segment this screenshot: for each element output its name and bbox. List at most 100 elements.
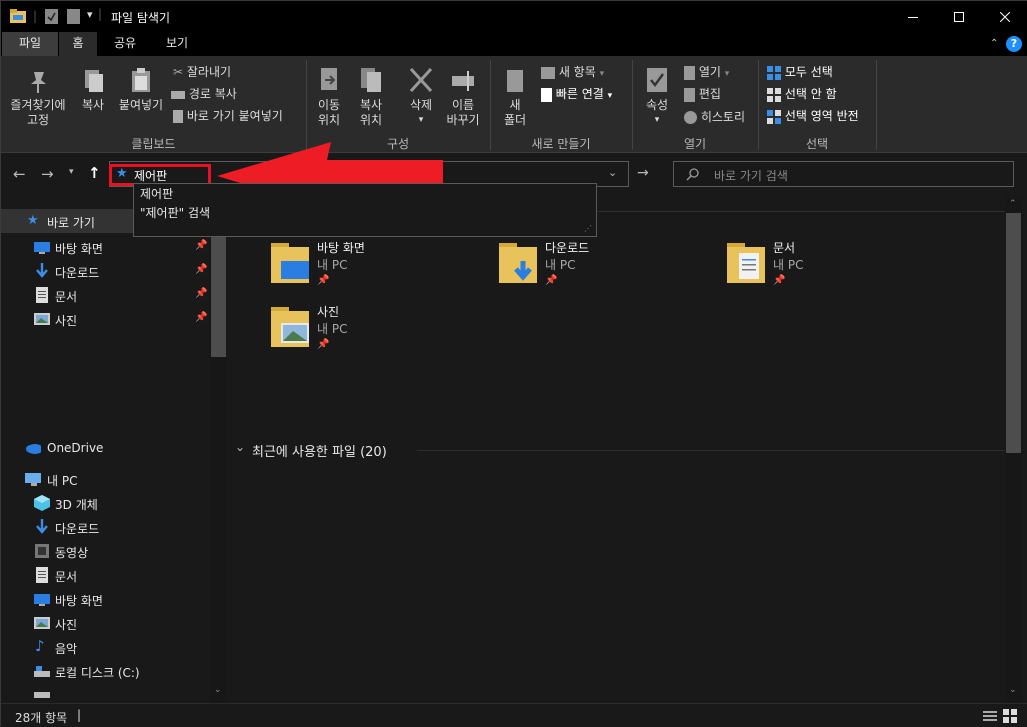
delete-label: 삭제 [409, 98, 433, 112]
open-icon [684, 65, 695, 80]
delete-button[interactable]: 삭제 ▾ [403, 66, 439, 128]
history-button[interactable]: 히스토리 [684, 108, 745, 125]
paste-icon [132, 68, 150, 92]
select-none-button[interactable]: 선택 안 함 [767, 85, 837, 102]
title-bar: | ▾ | 파일 탐색기 [1, 1, 1027, 32]
copy-path-label: 경로 복사 [188, 87, 237, 101]
address-autocomplete-dropdown: 제어판 "제어판" 검색 ⋰ [133, 183, 597, 237]
select-all-button[interactable]: 모두 선택 [767, 63, 833, 80]
copy-path-button[interactable]: 경로 복사 [171, 85, 237, 102]
folder-item-documents[interactable]: 문서 내 PC 📌 [723, 239, 943, 297]
autocomplete-item[interactable]: 제어판 [140, 185, 173, 202]
paste-shortcut-icon [173, 110, 183, 123]
tab-file[interactable]: 파일 [2, 32, 58, 56]
details-view-icon[interactable] [983, 710, 997, 722]
status-bar: 28개 항목 | [1, 703, 1027, 727]
drive-icon [34, 692, 50, 698]
back-arrow-icon[interactable]: ← [13, 165, 26, 183]
sidebar-scrollbar[interactable]: ⌃ ⌄ [210, 197, 227, 703]
edit-icon [684, 87, 695, 102]
sidebar-item-desktop[interactable]: 바탕 화면 📌 [1, 235, 226, 259]
edit-button[interactable]: 편집 [684, 85, 721, 102]
sidebar-item-label: 3D 개체 [55, 498, 98, 512]
search-placeholder: 바로 가기 검색 [714, 169, 788, 183]
sidebar-item-3d-objects[interactable]: 3D 개체 [1, 491, 226, 515]
forward-arrow-icon[interactable]: → [41, 165, 54, 183]
folder-documents-icon [727, 243, 765, 283]
select-none-icon [767, 87, 781, 102]
scroll-down-icon[interactable]: ⌄ [214, 685, 222, 695]
paste-shortcut-button[interactable]: 바로 가기 붙여넣기 [173, 107, 283, 124]
paste-button[interactable]: 붙여넣기 [115, 68, 167, 113]
group-divider [417, 450, 1005, 451]
rename-icon [452, 71, 474, 91]
tab-view[interactable]: 보기 [153, 32, 201, 56]
new-folder-button[interactable]: 새 폴더 [497, 66, 533, 128]
help-icon[interactable]: ? [1006, 36, 1022, 52]
pin-icon: 📌 [545, 275, 558, 286]
copy-button[interactable]: 복사 [73, 68, 113, 113]
tab-home[interactable]: 홈 [59, 32, 97, 56]
content-pane: 바탕 화면 내 PC 📌 다운로드 내 PC 📌 문서 내 PC 📌 사진 내 … [227, 197, 1027, 703]
large-icons-view-icon[interactable] [1003, 709, 1017, 723]
folder-item-downloads[interactable]: 다운로드 내 PC 📌 [495, 239, 715, 297]
sidebar-item-this-pc[interactable]: 내 PC [1, 467, 226, 491]
recent-files-header[interactable]: ⌄ 최근에 사용한 파일 (20) [235, 440, 1005, 460]
quick-access-star-icon: ★ [27, 213, 39, 228]
sidebar-item-local-disk[interactable]: 로컬 디스크 (C:) [1, 659, 226, 683]
cut-button[interactable]: ✂ 잘라내기 [173, 63, 231, 80]
content-scrollbar[interactable]: ⌃ ⌄ [1005, 197, 1022, 703]
new-item-button[interactable]: 새 항목 ▾ [541, 63, 604, 80]
pin-icon [31, 72, 46, 93]
sidebar-item-onedrive[interactable]: OneDrive [1, 436, 226, 460]
select-none-label: 선택 안 함 [784, 87, 837, 101]
address-dropdown-icon[interactable]: ⌄ [608, 166, 617, 179]
new-item-label: 새 항목 [558, 65, 596, 79]
move-to-button[interactable]: 이동 위치 [311, 66, 347, 128]
sidebar-item-pc-pictures[interactable]: 사진 [1, 611, 226, 635]
sidebar-item-pc-desktop[interactable]: 바탕 화면 [1, 587, 226, 611]
minimize-button[interactable] [890, 1, 936, 32]
properties-button[interactable]: 속성 ▾ [639, 66, 675, 128]
properties-quick-icon[interactable] [45, 9, 58, 24]
sidebar-item-label: 동영상 [55, 546, 89, 560]
collapse-ribbon-icon[interactable]: ⌃ [990, 38, 998, 49]
document-icon [36, 567, 48, 583]
folder-item-desktop[interactable]: 바탕 화면 내 PC 📌 [267, 239, 487, 297]
copy-to-button[interactable]: 복사 위치 [351, 66, 391, 128]
maximize-button[interactable] [936, 1, 982, 32]
properties-dropdown-icon[interactable]: ▾ [639, 113, 675, 128]
recent-locations-icon[interactable]: ▾ [69, 167, 74, 177]
sidebar-item-pc-documents[interactable]: 문서 [1, 563, 226, 587]
close-button[interactable] [982, 1, 1027, 32]
sidebar-item-pc-downloads[interactable]: 다운로드 [1, 515, 226, 539]
sidebar-item-pictures[interactable]: 사진 📌 [1, 307, 226, 331]
up-arrow-icon[interactable]: ↑ [88, 164, 101, 182]
customize-toolbar-icon[interactable]: ▾ [87, 8, 93, 21]
sidebar-item-videos[interactable]: 동영상 [1, 539, 226, 563]
resize-grip-icon[interactable]: ⋰ [584, 224, 592, 233]
new-folder-quick-icon[interactable] [67, 9, 80, 24]
search-box[interactable]: 바로 가기 검색 [673, 161, 1014, 187]
content-scroll-thumb[interactable] [1006, 213, 1021, 453]
autocomplete-item[interactable]: "제어판" 검색 [140, 204, 210, 221]
scroll-up-icon[interactable]: ⌃ [1009, 199, 1017, 209]
delete-dropdown-icon[interactable]: ▾ [403, 113, 439, 128]
folder-item-pictures[interactable]: 사진 내 PC 📌 [267, 303, 487, 361]
scroll-down-icon[interactable]: ⌄ [1009, 685, 1017, 695]
rename-button[interactable]: 이름 바꾸기 [443, 66, 483, 128]
disk-drive-icon [34, 666, 50, 677]
desktop-icon [34, 594, 50, 606]
pin-to-quick-access-button[interactable]: 즐겨찾기에 고정 [5, 68, 71, 128]
easy-access-button[interactable]: 빠른 연결 ▾ [541, 85, 612, 102]
sidebar-item-documents[interactable]: 문서 📌 [1, 283, 226, 307]
ribbon-tabs: 파일 홈 공유 보기 ⌃ ? [1, 32, 1027, 56]
sidebar-item-music[interactable]: ♪ 음악 [1, 635, 226, 659]
open-button[interactable]: 열기 ▾ [684, 63, 729, 80]
item-count: 28개 항목 [15, 711, 68, 725]
tab-share[interactable]: 공유 [101, 32, 149, 56]
invert-selection-button[interactable]: 선택 영역 반전 [767, 107, 859, 124]
sidebar-item-downloads[interactable]: 다운로드 📌 [1, 259, 226, 283]
go-arrow-icon[interactable]: → [637, 165, 649, 181]
pin-icon: 📌 [195, 264, 208, 275]
